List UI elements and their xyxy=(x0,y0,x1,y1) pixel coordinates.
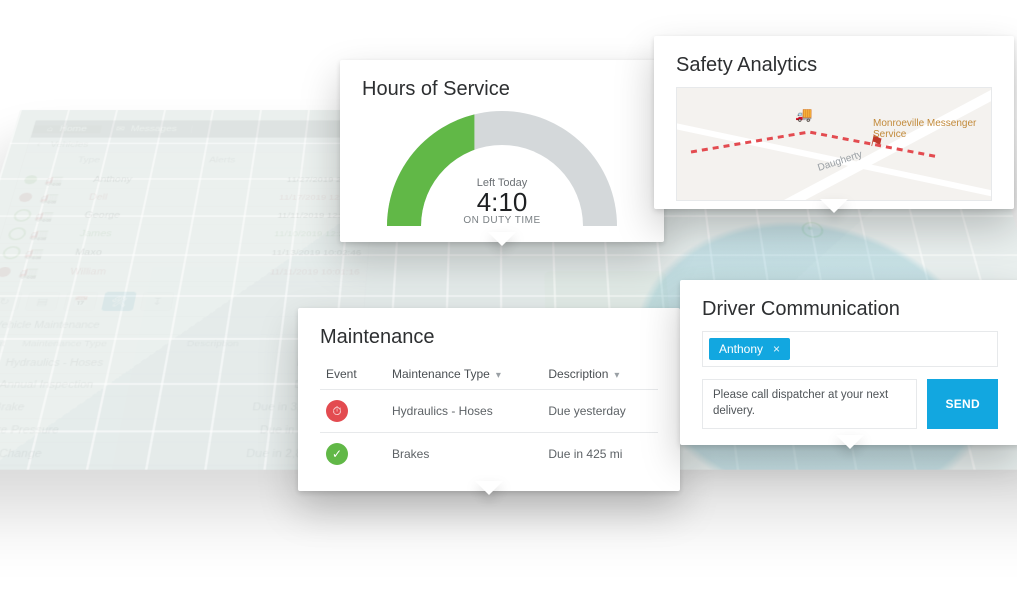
recipient-field[interactable]: Anthony × xyxy=(702,331,998,367)
cell-type: Brakes xyxy=(386,433,542,476)
filter-button[interactable]: ▤ xyxy=(24,292,61,311)
vehicle-row[interactable]: 🚛Maxo11/13/2019 10:02:46 xyxy=(0,244,369,263)
truck-icon: 🚛 xyxy=(17,265,72,279)
vehicle-row[interactable]: 🚛William11/11/2019 10:01:16 xyxy=(0,263,367,283)
driver-name: George xyxy=(83,211,225,220)
sort-icon: ▾ xyxy=(490,370,501,381)
driver-name: Dell xyxy=(88,193,228,202)
maint-type: Brake xyxy=(0,402,171,413)
cell-type: Hydraulics - Hoses xyxy=(386,390,542,433)
vehicle-row[interactable]: 🚛Dell11/17/2019 12:21:26 xyxy=(10,189,373,207)
export-button[interactable]: ↧ xyxy=(140,292,175,311)
on-duty-label: ON DUTY TIME xyxy=(387,215,617,226)
status-dot xyxy=(0,267,12,277)
cell-desc: Due yesterday xyxy=(542,390,658,433)
truck-icon: 🚛 xyxy=(33,209,86,222)
hdr-event: Event xyxy=(0,339,24,348)
vehicle-row[interactable]: 🚛James11/10/2019 12:21:19 xyxy=(0,225,370,244)
col-event[interactable]: Event xyxy=(320,359,386,390)
vehicles-bar: ‹ Vehicles 🔍 xyxy=(26,138,377,153)
home-icon: ⌂ xyxy=(46,125,54,133)
maint-type: Tire Pressure xyxy=(0,425,167,436)
tab-messages[interactable]: ✉ Messages xyxy=(101,125,193,133)
stage: { "colors":{"accent":"#12a7e0","ok":"#61… xyxy=(0,0,1017,601)
poi-label: Monroeville Messenger Service xyxy=(873,118,991,140)
callout-pointer xyxy=(836,435,864,463)
gauge-center: Left Today 4:10 ON DUTY TIME xyxy=(387,177,617,226)
timestamp: 11/11/2019 10:01:16 xyxy=(214,268,360,276)
callout-pointer xyxy=(475,481,503,509)
message-input[interactable]: Please call dispatcher at your next deli… xyxy=(702,379,917,429)
timestamp: 11/13/2019 10:02:46 xyxy=(217,249,361,257)
card-title: Maintenance xyxy=(320,326,658,349)
column-headers: Type Alerts Time xyxy=(22,153,376,169)
remove-chip-button[interactable]: × xyxy=(773,342,780,356)
table-row[interactable]: ✓ BrakesDue in 425 mi xyxy=(320,433,658,476)
compose-row: Please call dispatcher at your next deli… xyxy=(702,379,998,429)
truck-icon: 🚛 xyxy=(28,227,81,241)
card-title: Driver Communication xyxy=(702,298,998,321)
send-button[interactable]: SEND xyxy=(927,379,998,429)
col-label: Description xyxy=(548,367,608,381)
hos-gauge: Left Today 4:10 ON DUTY TIME xyxy=(387,111,617,226)
tab-label: Messages xyxy=(130,125,178,133)
tab-label: Home xyxy=(59,125,88,133)
card-title: Hours of Service xyxy=(362,78,642,101)
hdr-type: Maintenance Type xyxy=(21,339,188,348)
status-dot xyxy=(1,246,22,259)
driver-name: Anthony xyxy=(92,176,231,184)
maintenance-card: Maintenance Event Maintenance Type▾ Desc… xyxy=(298,308,680,491)
vehicle-row[interactable]: 🚛George11/11/2019 12:51:22 xyxy=(5,207,372,225)
vehicle-icon: 🚚 xyxy=(795,106,812,123)
maint-type: Oil Change xyxy=(0,448,162,459)
hours-of-service-card: Hours of Service Left Today 4:10 ON DUTY… xyxy=(340,60,664,242)
callout-pointer xyxy=(488,232,516,260)
chevron-left-icon[interactable]: ‹ xyxy=(36,141,42,149)
maint-type: Hydraulics - Hoses xyxy=(4,358,179,368)
col-type: Type xyxy=(77,156,101,164)
messages-icon: ✉ xyxy=(115,125,125,133)
tab-home[interactable]: ⌂ Home xyxy=(32,125,103,133)
callout-pointer xyxy=(820,199,848,227)
truck-icon: 🚛 xyxy=(23,246,77,260)
safety-mini-map[interactable]: 🚚 ⚑ Monroeville Messenger Service Daughe… xyxy=(676,87,992,201)
col-desc[interactable]: Description▾ xyxy=(542,359,658,390)
status-dot xyxy=(12,209,33,222)
app-topbar: ⌂ Home ✉ Messages xyxy=(31,120,378,137)
status-dot xyxy=(7,227,28,240)
severity-icon: ⏱ xyxy=(326,400,348,422)
table-row[interactable]: ⏱ Hydraulics - HosesDue yesterday xyxy=(320,390,658,433)
col-label: Event xyxy=(326,367,357,381)
wrench-button[interactable]: 🛠 xyxy=(101,292,137,311)
truck-icon: 🚛 xyxy=(44,173,96,186)
maint-type: Annual Inspection xyxy=(0,380,175,391)
driver-name: James xyxy=(79,229,222,238)
vehicle-list: 🚛Anthony11/27/2019 2:17:29🚛Dell11/17/201… xyxy=(0,168,374,285)
status-dot xyxy=(18,193,33,202)
refresh-button[interactable]: ↻ xyxy=(0,292,23,311)
sort-icon: ▾ xyxy=(608,370,619,381)
truck-icon: 🚛 xyxy=(39,191,91,204)
list-title: Vehicles xyxy=(49,141,89,149)
maintenance-table: Event Maintenance Type▾ Description▾ ⏱Hy… xyxy=(320,359,658,475)
safety-analytics-card: Safety Analytics 🚚 ⚑ Monroeville Messeng… xyxy=(654,36,1014,209)
driver-name: Maxo xyxy=(74,248,219,257)
chip-label: Anthony xyxy=(719,342,763,356)
driver-communication-card: Driver Communication Anthony × Please ca… xyxy=(680,280,1017,445)
hos-value: 4:10 xyxy=(387,189,617,215)
driver-name: William xyxy=(69,267,216,276)
card-title: Safety Analytics xyxy=(676,54,992,77)
col-label: Maintenance Type xyxy=(392,367,490,381)
calendar-button[interactable]: 📅 xyxy=(63,292,99,311)
cell-desc: Due in 425 mi xyxy=(542,433,658,476)
status-dot xyxy=(23,175,38,184)
recipient-chip: Anthony × xyxy=(709,338,790,360)
vehicle-row[interactable]: 🚛Anthony11/27/2019 2:17:29 xyxy=(15,171,374,188)
col-alerts: Alerts xyxy=(109,156,334,164)
maintenance-label: Vehicle Maintenance xyxy=(0,321,101,331)
severity-icon: ✓ xyxy=(326,443,348,465)
col-type[interactable]: Maintenance Type▾ xyxy=(386,359,542,390)
